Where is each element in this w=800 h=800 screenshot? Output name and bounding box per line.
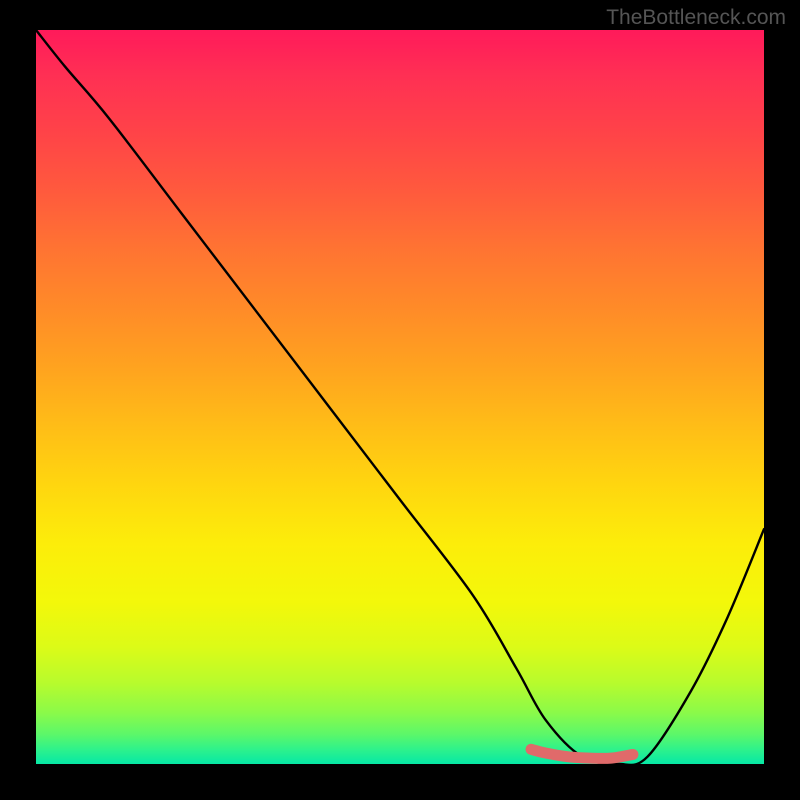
plot-area: [36, 30, 764, 764]
watermark-text: TheBottleneck.com: [606, 6, 786, 30]
series-group: [36, 30, 764, 764]
plot-svg: [36, 30, 764, 764]
series-curve: [36, 30, 764, 764]
chart-container: TheBottleneck.com: [0, 0, 800, 800]
series-highlight-flat: [531, 749, 633, 758]
